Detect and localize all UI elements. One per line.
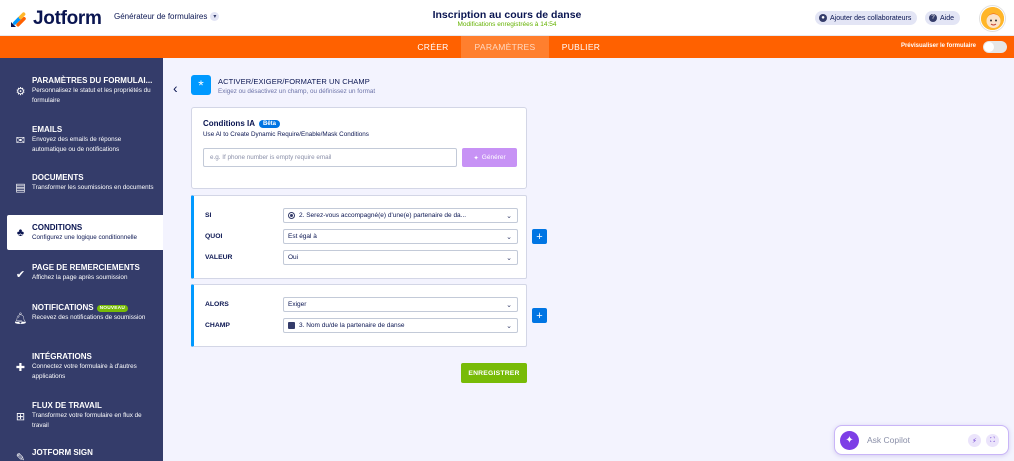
chevron-down-icon: ⌄ [506, 213, 512, 220]
value-select[interactable]: Oui ⌄ [283, 250, 518, 265]
value-label: VALEUR [205, 254, 233, 261]
name-field-icon [288, 322, 295, 329]
tab-publish[interactable]: PUBLIER [549, 36, 613, 58]
add-collaborators-button[interactable]: ● Ajouter des collaborateurs [815, 11, 918, 25]
sidebar-item-desc: Recevez des notifications de soumission [32, 314, 146, 321]
new-badge: NOUVEAU [96, 305, 129, 312]
ai-title: Conditions IA Bêta [203, 119, 281, 128]
workflow-icon: ⊞ [15, 411, 26, 423]
target-field-value: 3. Nom du/de la partenaire de danse [299, 322, 405, 329]
chevron-down-icon: ⌄ [506, 255, 512, 262]
sidebar-item-jotform-sign[interactable]: ✎ JOTFORM SIGN [0, 447, 163, 461]
ai-conditions-card: Conditions IA Bêta Use AI to Create Dynam… [191, 107, 527, 189]
sidebar-item-form-settings[interactable]: ⚙ PARAMÈTRES DU FORMULAI... Personnalise… [0, 72, 163, 112]
sidebar-item-desc: Transformez votre formulaire en flux de … [32, 412, 142, 429]
help-label: Aide [940, 14, 955, 22]
sidebar-item-title: EMAILS [32, 125, 63, 134]
expand-icon[interactable]: ⛶ [986, 434, 999, 447]
toggle-knob [984, 42, 994, 52]
main-nav: CRÉER PARAMÈTRES PUBLIER Prévisualiser l… [0, 36, 1014, 58]
radio-field-icon [288, 212, 295, 219]
sidebar-item-desc: Transformer les soumissions en documents [32, 184, 154, 191]
ai-subtitle: Use AI to Create Dynamic Require/Enable/… [203, 131, 369, 138]
field-label: CHAMP [205, 322, 230, 329]
check-icon: ✔ [15, 269, 26, 281]
copilot-sparkle-icon: ✦ [840, 431, 859, 450]
sidebar-item-integrations[interactable]: ✚ INTÉGRATIONS Connectez votre formulair… [0, 350, 163, 390]
sidebar-item-documents[interactable]: ▤ DOCUMENTS Transformer les soumissions … [0, 170, 163, 210]
ai-title-text: Conditions IA [203, 119, 255, 128]
if-label: SI [205, 212, 212, 219]
sidebar-item-workflow[interactable]: ⊞ FLUX DE TRAVAIL Transformez votre form… [0, 399, 163, 439]
sidebar-item-thank-you[interactable]: ✔ PAGE DE REMERCIEMENTS Affichez la page… [0, 260, 163, 295]
sidebar-item-desc: Envoyez des emails de réponse automatiqu… [32, 136, 122, 153]
sidebar-item-title: PAGE DE REMERCIEMENTS [32, 263, 140, 272]
ask-copilot-widget[interactable]: ✦ Ask Copilot ⚡︎ ⛶ [834, 425, 1009, 455]
sparkle-icon: ✦ [473, 154, 479, 162]
settings-sidebar: ⚙ PARAMÈTRES DU FORMULAI... Personnalise… [0, 58, 163, 461]
asterisk-icon: * [191, 75, 211, 95]
document-icon: ▤ [15, 182, 26, 194]
page-subtitle: Exigez ou désactivez un champ, ou défini… [218, 88, 376, 95]
sidebar-item-notifications[interactable]: 🔔︎ NOTIFICATIONS NOUVEAU Recevez des noti… [0, 301, 163, 341]
action-select[interactable]: Exiger ⌄ [283, 297, 518, 312]
sidebar-item-desc: Personnalisez le statut et les propriété… [32, 87, 151, 104]
sidebar-item-title: INTÉGRATIONS [32, 352, 92, 361]
if-field-value: 2. Serez-vous accompagné(e) d'une(e) par… [299, 212, 467, 219]
bell-icon: 🔔︎ [13, 313, 28, 325]
avatar[interactable] [980, 6, 1005, 31]
if-field-select[interactable]: 2. Serez-vous accompagné(e) d'une(e) par… [283, 208, 518, 223]
if-condition-card: SI 2. Serez-vous accompagné(e) d'une(e) … [191, 195, 527, 279]
generate-button[interactable]: ✦ Générer [462, 148, 517, 167]
generate-label: Générer [481, 154, 506, 161]
preview-label: Prévisualiser le formulaire [900, 43, 976, 49]
lightning-icon[interactable]: ⚡︎ [968, 434, 981, 447]
sidebar-item-desc: Connectez votre formulaire à d'autres ap… [32, 363, 137, 380]
page-title: ACTIVER/EXIGER/FORMATER UN CHAMP [218, 77, 370, 86]
conditions-icon: ♣ [16, 226, 25, 239]
save-button[interactable]: ENREGISTRER [461, 363, 527, 383]
gear-icon: ⚙ [15, 86, 26, 98]
sidebar-item-desc: Configurez une logique conditionnelle [32, 234, 138, 241]
target-field-select[interactable]: 3. Nom du/de la partenaire de danse ⌄ [283, 318, 518, 333]
help-button[interactable]: ? Aide [925, 11, 961, 25]
operator-select[interactable]: Est égal à ⌄ [283, 229, 518, 244]
question-icon: ? [929, 14, 937, 22]
sidebar-item-title: CONDITIONS [32, 223, 83, 232]
add-action-button[interactable]: + [532, 308, 547, 323]
then-label: ALORS [205, 301, 229, 308]
sidebar-item-title: DOCUMENTS [32, 173, 84, 182]
sidebar-item-title: NOTIFICATIONS [32, 303, 94, 312]
envelope-icon: ✉ [15, 135, 26, 147]
then-action-card: ALORS Exiger ⌄ CHAMP 3. Nom du/de la par… [191, 284, 527, 347]
top-header: Jotform Générateur de formulaires ▾ Insc… [0, 0, 1014, 36]
add-collaborators-label: Ajouter des collaborateurs [830, 14, 912, 22]
value-value: Oui [288, 254, 299, 261]
back-chevron-icon[interactable]: ‹ [173, 80, 178, 96]
copilot-input[interactable]: Ask Copilot [867, 435, 910, 445]
sidebar-item-title: JOTFORM SIGN [32, 448, 93, 457]
sidebar-item-emails[interactable]: ✉ EMAILS Envoyez des emails de réponse a… [0, 121, 163, 161]
puzzle-icon: ✚ [15, 362, 26, 374]
operator-value: Est égal à [288, 233, 317, 240]
chevron-down-icon: ⌄ [506, 323, 512, 330]
add-condition-button[interactable]: + [532, 229, 547, 244]
sidebar-item-desc: Affichez la page après soumission [32, 274, 128, 281]
sidebar-item-conditions[interactable]: ♣ CONDITIONS Configurez une logique cond… [7, 215, 163, 250]
sign-icon: ✎ [15, 452, 26, 461]
action-value: Exiger [288, 301, 307, 308]
sidebar-item-title: PARAMÈTRES DU FORMULAI... [32, 76, 153, 85]
what-label: QUOI [205, 233, 223, 240]
chevron-down-icon: ⌄ [506, 234, 512, 241]
sidebar-item-title: FLUX DE TRAVAIL [32, 401, 102, 410]
user-icon: ● [819, 14, 827, 22]
ai-prompt-input[interactable]: e.g. If phone number is empty require em… [203, 148, 457, 167]
beta-badge: Bêta [259, 120, 281, 128]
tab-create[interactable]: CRÉER [405, 36, 461, 58]
tab-settings[interactable]: PARAMÈTRES [461, 36, 549, 58]
chevron-down-icon: ⌄ [506, 302, 512, 309]
preview-toggle[interactable] [983, 41, 1007, 53]
